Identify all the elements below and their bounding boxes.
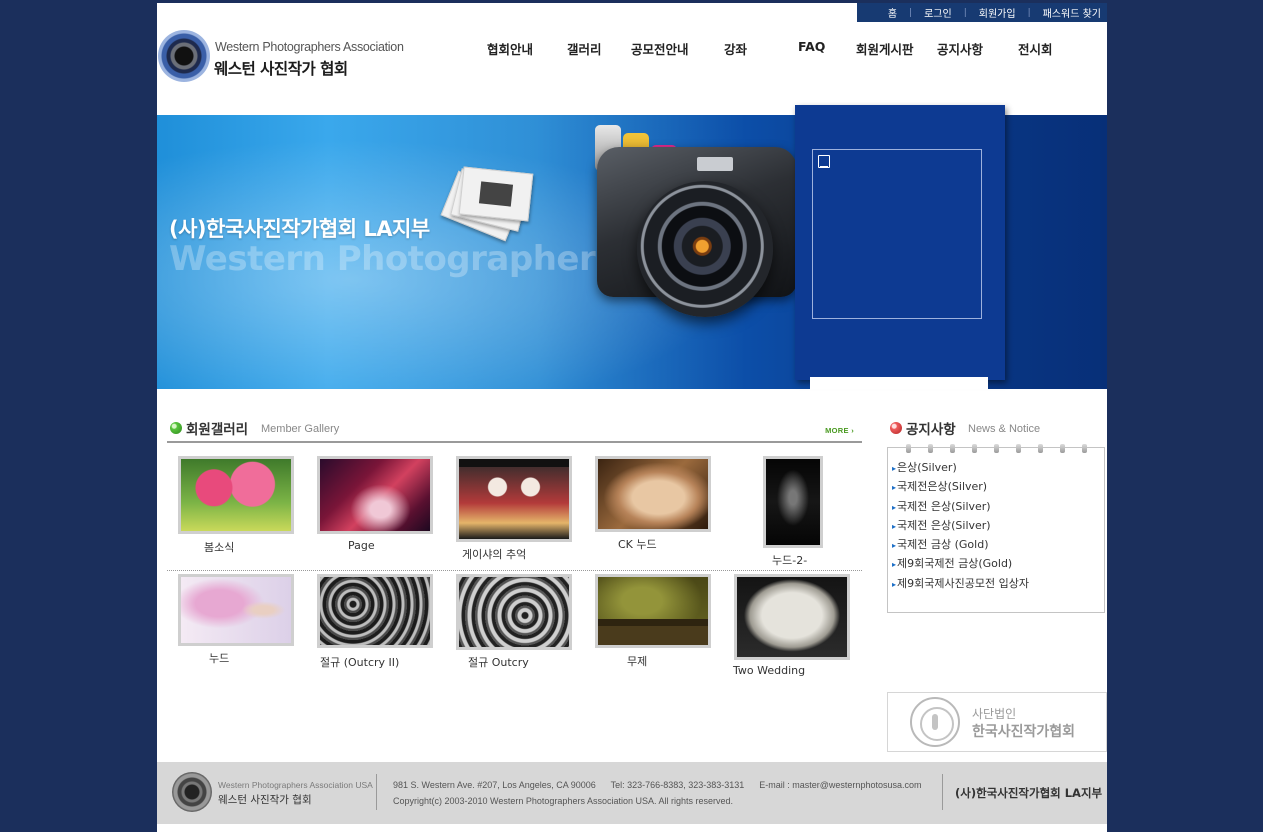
footer-logo-korean: 웨스턴 사진작가 협회 [218, 794, 312, 806]
notice-header: 공지사항 News & Notice [887, 417, 1105, 443]
util-separator: | [1027, 7, 1031, 18]
popup-footer-strip [810, 377, 988, 389]
nav-notice[interactable]: 공지사항 [937, 39, 983, 58]
gallery-thumb-two-wedding[interactable] [734, 574, 850, 660]
camera-brand-plate [697, 157, 733, 171]
footer-lens-logo-icon [172, 772, 212, 812]
notice-item[interactable]: 국제전 은상(Silver) [892, 497, 1029, 516]
binder-ring-icon [1038, 444, 1043, 453]
utility-nav: 홈 | 로그인 | 회원가입 | 패스워드 찾기 [857, 3, 1107, 22]
footer-contact-line: 981 S. Western Ave. #207, Los Angeles, C… [393, 780, 921, 790]
notice-list: 은상(Silver) 국제전은상(Silver) 국제전 은상(Silver) … [892, 458, 1029, 593]
footer-address: 981 S. Western Ave. #207, Los Angeles, C… [393, 780, 596, 790]
binder-rings [888, 444, 1106, 454]
nav-gallery[interactable]: 갤러리 [567, 39, 602, 58]
footer-tel: Tel: 323-766-8383, 323-383-3131 [610, 780, 745, 790]
film-slides-image [440, 166, 547, 242]
main-nav: 협회안내 갤러리 공모전안내 강좌 FAQ 회원게시판 공지사항 전시회 [475, 39, 1075, 57]
nav-contest[interactable]: 공모전안내 [631, 39, 689, 58]
chevron-right-icon: › [851, 426, 854, 435]
gallery-caption: Page [348, 539, 375, 552]
gallery-title: 회원갤러리 [186, 422, 249, 438]
notice-item[interactable]: 국제전은상(Silver) [892, 477, 1029, 496]
camera-lens-image [637, 181, 773, 317]
lens-logo-icon [158, 30, 210, 82]
gallery-thumb-outcry[interactable] [456, 574, 572, 650]
gallery-caption: Two Wedding [733, 664, 806, 677]
footer-separator [376, 774, 377, 810]
gallery-subtitle: Member Gallery [261, 423, 340, 435]
util-separator: | [963, 7, 967, 18]
badge-line-1: 사단법인 [972, 707, 1017, 721]
util-join-link[interactable]: 회원가입 [979, 5, 1016, 20]
gallery-row-divider [167, 570, 862, 571]
gallery-thumb-outcry-ii[interactable] [317, 574, 433, 648]
site-logo[interactable]: Western Photographers Association 웨스턴 사진… [157, 30, 417, 84]
gallery-more-link[interactable]: MORE › [825, 426, 854, 435]
gallery-caption: 게이샤의 추억 [462, 548, 527, 561]
green-bullet-icon [170, 422, 182, 434]
broken-image-icon [818, 155, 830, 168]
notice-subtitle: News & Notice [968, 423, 1041, 435]
binder-ring-icon [1016, 444, 1021, 453]
binder-ring-icon [1082, 444, 1087, 453]
gallery-thumb-untitled[interactable] [595, 574, 711, 648]
nav-about[interactable]: 협회안내 [487, 39, 533, 58]
gallery-thumb-spring[interactable] [178, 456, 294, 534]
logo-english: Western Photographers Association [215, 40, 404, 54]
binder-ring-icon [1060, 444, 1065, 453]
notice-item[interactable]: 국제전 은상(Silver) [892, 516, 1029, 535]
binder-ring-icon [972, 444, 977, 453]
nav-faq[interactable]: FAQ [798, 39, 825, 54]
binder-ring-icon [994, 444, 999, 453]
gallery-caption: 누드 [209, 652, 230, 665]
footer-email[interactable]: E-mail : master@westernphotosusa.com [759, 780, 921, 790]
notice-item[interactable]: 제9회국제전 금상(Gold) [892, 554, 1029, 573]
notice-box: 은상(Silver) 국제전은상(Silver) 국제전 은상(Silver) … [887, 444, 1106, 613]
hero-title: (사)한국사진작가협회 LA지부 [169, 217, 430, 241]
footer-copyright: Copyright(c) 2003-2010 Western Photograp… [393, 796, 734, 806]
binder-ring-icon [928, 444, 933, 453]
popup-image-frame[interactable] [812, 149, 982, 319]
notice-item[interactable]: 은상(Silver) [892, 458, 1029, 477]
util-separator: | [909, 7, 913, 18]
gallery-thumb-geisha[interactable] [456, 456, 572, 542]
binder-ring-icon [950, 444, 955, 453]
nav-exhibition[interactable]: 전시회 [1018, 39, 1053, 58]
gallery-thumb-nude-2[interactable] [763, 456, 823, 548]
gallery-thumb-nude[interactable] [178, 574, 294, 646]
gallery-caption: 누드-2- [772, 554, 808, 567]
association-badge[interactable]: 사단법인 한국사진작가협회 [887, 692, 1107, 752]
gallery-header: 회원갤러리 Member Gallery MORE › [167, 417, 862, 443]
nav-board[interactable]: 회원게시판 [856, 39, 914, 58]
gallery-caption: 절규 (Outcry II) [320, 656, 400, 669]
binder-ring-icon [906, 444, 911, 453]
site-footer: Western Photographers Association USA 웨스… [157, 762, 1107, 824]
notice-item[interactable]: 국제전 금상 (Gold) [892, 535, 1029, 554]
gallery-caption: 봄소식 [204, 541, 235, 554]
gallery-caption: 무제 [627, 655, 648, 668]
util-login-link[interactable]: 로그인 [924, 5, 952, 20]
red-bullet-icon [890, 422, 902, 434]
camera-illustration [440, 125, 807, 325]
notice-item[interactable]: 제9회국제사진공모전 입상자 [892, 574, 1029, 593]
gallery-caption: 절규 Outcry [468, 656, 529, 669]
footer-logo-english: Western Photographers Association USA [218, 780, 373, 790]
util-password-link[interactable]: 패스워드 찾기 [1043, 5, 1101, 20]
footer-separator [942, 774, 943, 810]
nav-lecture[interactable]: 강좌 [724, 39, 747, 58]
logo-korean: 웨스턴 사진작가 협회 [214, 60, 348, 78]
page-container: 홈 | 로그인 | 회원가입 | 패스워드 찾기 Western Photogr… [157, 0, 1107, 832]
popup-panel [795, 105, 1005, 389]
util-home-link[interactable]: 홈 [888, 5, 897, 20]
badge-line-2: 한국사진작가협회 [972, 724, 1076, 740]
gallery-caption: CK 누드 [618, 538, 657, 551]
gallery-thumb-ck-nude[interactable] [595, 456, 711, 532]
association-seal-icon [910, 697, 960, 747]
notice-title: 공지사항 [906, 422, 956, 438]
gallery-thumb-page[interactable] [317, 456, 433, 534]
more-label: MORE [825, 426, 849, 435]
footer-org-name: (사)한국사진작가협회 LA지부 [955, 786, 1103, 800]
